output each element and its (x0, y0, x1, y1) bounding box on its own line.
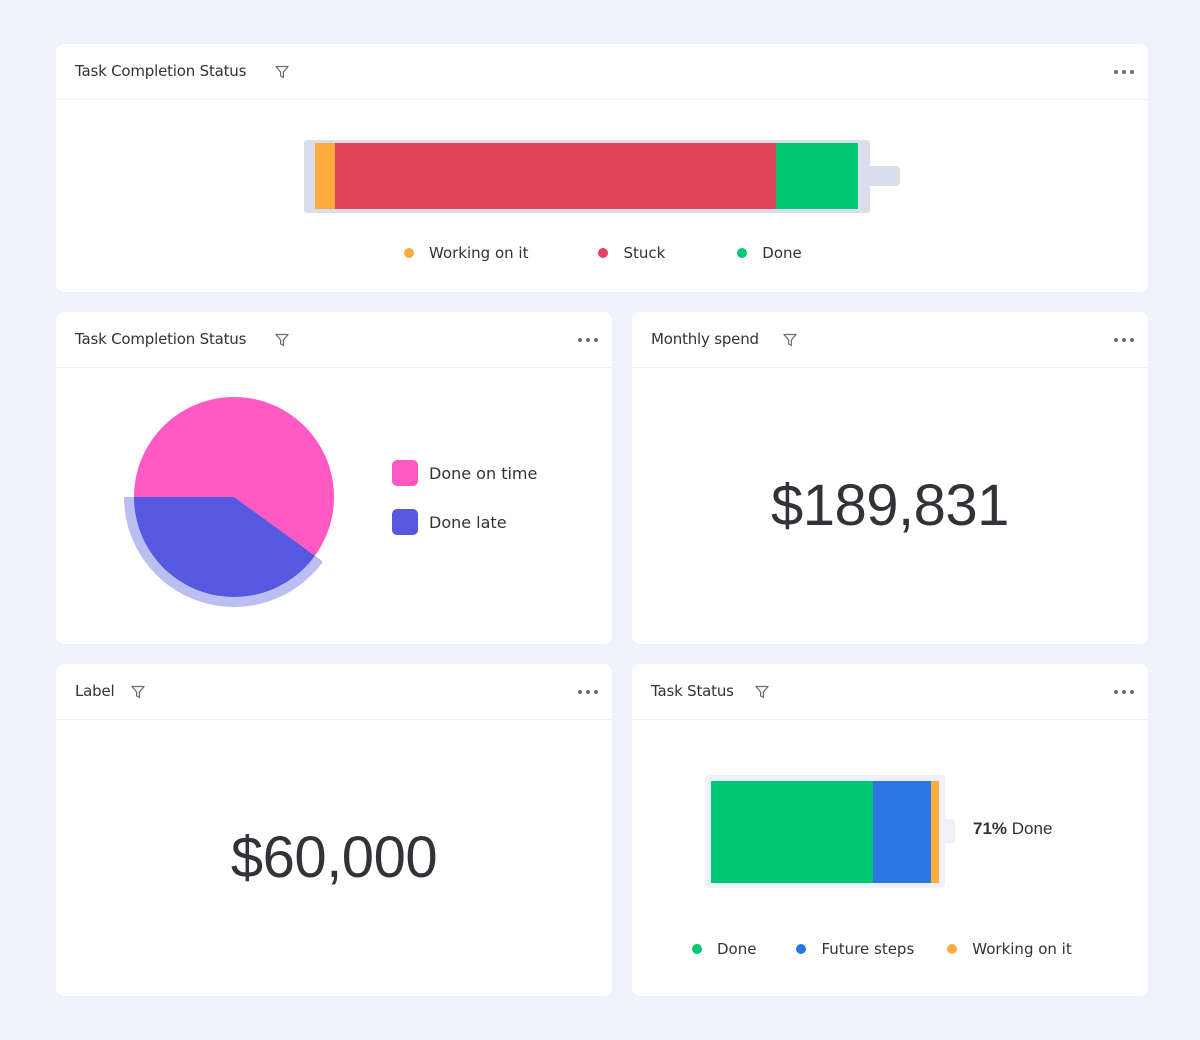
card-header: Label (56, 664, 612, 720)
more-horizontal-icon[interactable] (1114, 331, 1134, 349)
battery-bar (315, 143, 858, 209)
legend-label: Done (762, 244, 802, 262)
legend-label: Done (717, 940, 757, 958)
legend-item-done: Done (737, 244, 802, 262)
legend-item-done-late: Done late (392, 509, 537, 535)
percent-done-label: 71% Done (973, 819, 1052, 839)
chart-legend: Working on it Stuck Done (404, 244, 802, 262)
legend-label: Stuck (623, 244, 666, 262)
battery-cap (870, 166, 900, 186)
battery-cap (945, 819, 955, 843)
bar-segment-working-on-it (315, 143, 336, 209)
legend-label: Working on it (429, 244, 529, 262)
filter-icon[interactable] (130, 684, 146, 700)
card-title: Label (75, 682, 115, 700)
legend-item-future-steps: Future steps (796, 940, 914, 958)
monthly-spend-value: $189,831 (771, 473, 1009, 538)
legend-item-done: Done (692, 940, 756, 958)
bar-segment-working-on-it (931, 781, 939, 883)
card-title: Task Status (651, 682, 734, 700)
legend-label: Done late (429, 512, 507, 532)
legend-dot (796, 944, 807, 954)
task-completion-pie-card: Task Completion Status Done on time Done … (56, 312, 612, 644)
battery-bar (711, 781, 939, 883)
card-header: Task Completion Status (56, 312, 612, 368)
bar-segment-stuck (335, 143, 776, 209)
filter-icon[interactable] (754, 684, 770, 700)
legend-swatch (392, 509, 418, 535)
legend-item-stuck: Stuck (598, 244, 665, 262)
more-horizontal-icon[interactable] (1114, 63, 1134, 81)
pie-legend: Done on time Done late (392, 460, 537, 558)
task-status-card: Task Status 71% Done Done Future steps Wor… (632, 664, 1148, 996)
legend-dot (692, 944, 702, 954)
card-title: Task Completion Status (75, 330, 247, 348)
legend-item-working-on-it: Working on it (947, 940, 1072, 958)
legend-dot (404, 248, 414, 258)
task-completion-status-card: Task Completion Status Working on it Stuc… (56, 44, 1148, 292)
legend-item-done-on-time: Done on time (392, 460, 537, 486)
pie-chart (124, 397, 334, 607)
bar-segment-future-steps (872, 781, 931, 883)
bar-segment-done (775, 143, 858, 209)
more-horizontal-icon[interactable] (578, 683, 598, 701)
filter-icon[interactable] (274, 64, 290, 80)
bar-segment-done (711, 781, 873, 883)
legend-label: Working on it (972, 940, 1072, 958)
filter-icon[interactable] (782, 332, 798, 348)
card-header: Task Completion Status (56, 44, 1148, 100)
legend-item-working-on-it: Working on it (404, 244, 528, 262)
more-horizontal-icon[interactable] (578, 331, 598, 349)
legend-dot (598, 248, 609, 258)
label-card: Label $60,000 (56, 664, 612, 996)
monthly-spend-card: Monthly spend $189,831 (632, 312, 1148, 644)
filter-icon[interactable] (274, 332, 290, 348)
card-title: Task Completion Status (75, 62, 247, 80)
card-title: Monthly spend (651, 330, 759, 348)
card-header: Task Status (632, 664, 1148, 720)
legend-dot (737, 248, 748, 258)
label-value: $60,000 (230, 825, 438, 890)
legend-dot (947, 944, 958, 954)
percent-value: 71% (973, 819, 1008, 838)
legend-swatch (392, 460, 418, 486)
percent-suffix: Done (1011, 819, 1053, 838)
legend-label: Done on time (429, 463, 538, 483)
chart-legend: Done Future steps Working on it (692, 940, 1072, 958)
card-header: Monthly spend (632, 312, 1148, 368)
more-horizontal-icon[interactable] (1114, 683, 1134, 701)
legend-label: Future steps (821, 940, 915, 958)
